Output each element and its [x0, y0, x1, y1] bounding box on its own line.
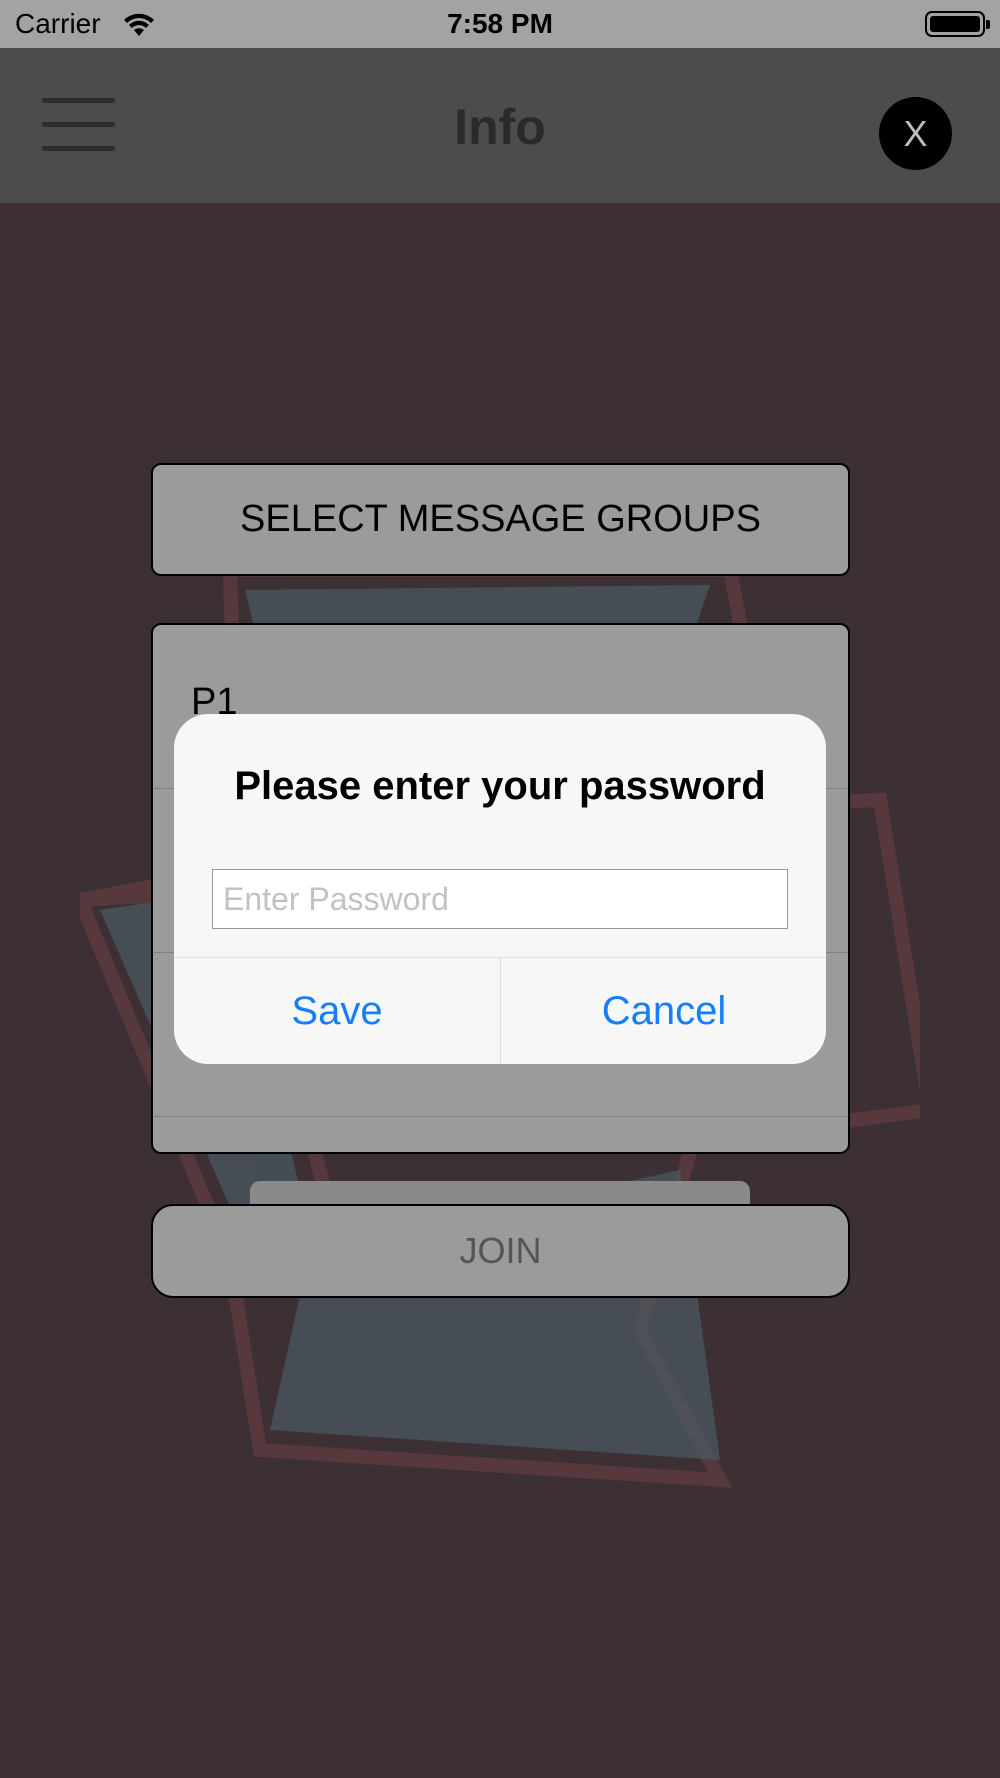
alert-title: Please enter your password [234, 764, 766, 808]
page-title: Info [454, 99, 546, 155]
close-button[interactable]: X [879, 97, 952, 170]
save-button[interactable]: Save [174, 958, 500, 1064]
navigation-bar: Info X [0, 48, 1000, 203]
password-alert-dialog: Please enter your password Save Cancel [174, 714, 826, 1064]
join-button[interactable]: JOIN [151, 1204, 850, 1298]
password-input[interactable] [212, 869, 788, 929]
select-message-groups-button[interactable]: SELECT MESSAGE GROUPS [151, 463, 850, 576]
cancel-button[interactable]: Cancel [501, 958, 826, 1064]
battery-icon [925, 11, 990, 37]
status-bar: Carrier 7:58 PM [0, 0, 1000, 48]
status-time: 7:58 PM [447, 8, 553, 39]
